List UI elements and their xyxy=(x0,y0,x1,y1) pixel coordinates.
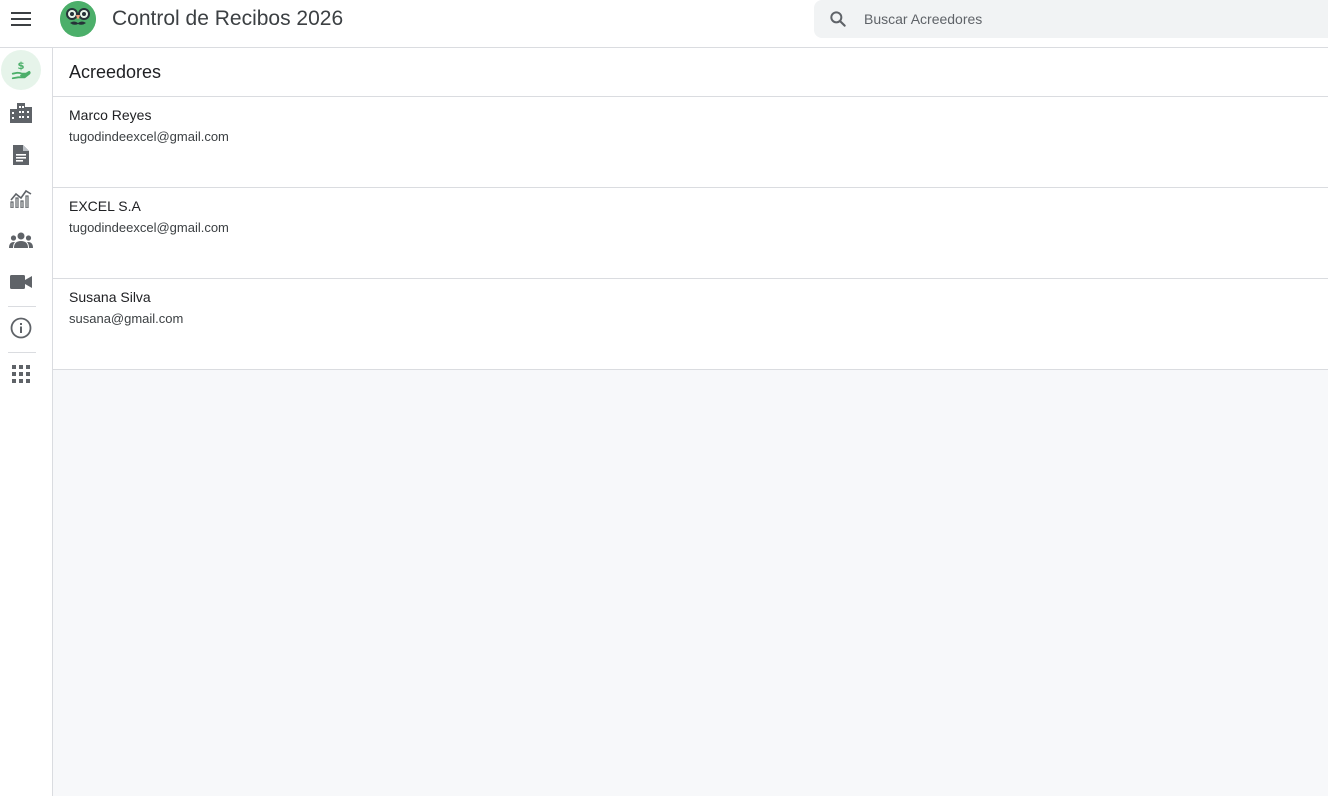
list-item[interactable]: Marco Reyes tugodindeexcel@gmail.com xyxy=(53,97,1328,188)
disguise-face-icon xyxy=(60,1,96,37)
hand-money-icon: $ xyxy=(11,61,31,80)
document-icon xyxy=(13,145,29,165)
page-header: Acreedores xyxy=(53,48,1328,97)
search-input[interactable] xyxy=(864,11,1304,27)
creditor-list: Marco Reyes tugodindeexcel@gmail.com EXC… xyxy=(53,97,1328,370)
nav-item-documents[interactable] xyxy=(0,135,42,175)
creditor-email: susana@gmail.com xyxy=(69,311,184,326)
list-item[interactable]: EXCEL S.A tugodindeexcel@gmail.com xyxy=(53,188,1328,279)
nav-item-reports[interactable] xyxy=(0,178,42,218)
svg-text:$: $ xyxy=(17,61,24,72)
nav-item-apps[interactable] xyxy=(0,354,42,394)
app-logo xyxy=(60,1,96,37)
creditor-email: tugodindeexcel@gmail.com xyxy=(69,220,229,235)
apps-grid-icon xyxy=(12,365,30,383)
creditor-name: EXCEL S.A xyxy=(69,198,141,214)
nav-divider xyxy=(8,352,36,353)
search-icon[interactable] xyxy=(814,0,862,38)
people-icon xyxy=(9,232,33,248)
navigation-rail: $ xyxy=(0,48,53,796)
main-content: Acreedores Marco Reyes tugodindeexcel@gm… xyxy=(53,48,1328,796)
info-icon xyxy=(10,317,32,339)
creditor-email: tugodindeexcel@gmail.com xyxy=(69,129,229,144)
list-item[interactable]: Susana Silva susana@gmail.com xyxy=(53,279,1328,370)
chart-icon xyxy=(10,189,32,208)
nav-item-info[interactable] xyxy=(0,308,42,348)
search-bar[interactable] xyxy=(814,0,1328,38)
nav-item-acreedores[interactable]: $ xyxy=(0,50,42,90)
creditor-name: Marco Reyes xyxy=(69,107,152,123)
nav-item-video[interactable] xyxy=(0,262,42,302)
nav-item-buildings[interactable] xyxy=(0,93,42,133)
nav-divider xyxy=(8,306,36,307)
page-title: Acreedores xyxy=(69,61,162,82)
top-app-bar: Control de Recibos 2026 xyxy=(0,0,1328,48)
hamburger-menu-icon xyxy=(11,12,31,26)
nav-item-people[interactable] xyxy=(0,220,42,260)
menu-button[interactable] xyxy=(0,0,42,38)
creditor-name: Susana Silva xyxy=(69,289,151,305)
video-icon xyxy=(10,275,32,289)
building-icon xyxy=(10,103,32,123)
app-title: Control de Recibos 2026 xyxy=(112,7,344,30)
